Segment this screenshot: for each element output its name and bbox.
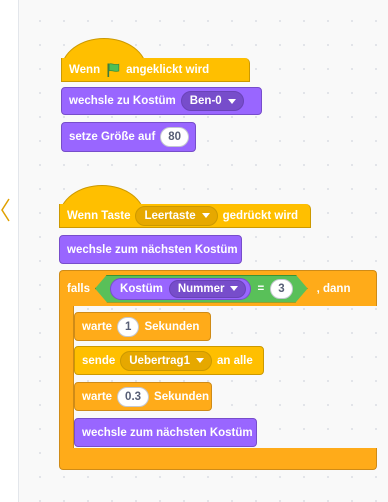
broadcast-message-value: Uebertrag1 [129, 354, 190, 367]
if-then-block[interactable]: falls Kostüm Nummer = 3 , dann [59, 270, 377, 306]
hat-prefix: Wenn [69, 63, 101, 76]
key-dropdown[interactable]: Leertaste [135, 205, 218, 226]
if-block-bottom [59, 448, 377, 470]
key-hat-suffix: gedrückt wird [222, 209, 299, 222]
costume-dropdown[interactable]: Ben-0 [180, 91, 244, 111]
costume-number-reporter[interactable]: Kostüm Nummer [110, 278, 251, 300]
chevron-down-icon [201, 213, 210, 218]
next-costume-block[interactable]: wechsle zum nächsten Kostüm [74, 418, 257, 447]
broadcast-suffix: an alle [216, 354, 253, 367]
chevron-down-icon [195, 358, 204, 363]
wait-prefix: warte [82, 390, 113, 403]
wait-block[interactable]: warte 1 Sekunden [74, 312, 211, 341]
wait-seconds-input[interactable]: 1 [117, 316, 140, 337]
when-key-pressed-block[interactable]: Wenn Taste Leertaste gedrückt wird [59, 204, 311, 228]
compare-value-input[interactable]: 3 [270, 279, 292, 299]
when-flag-clicked-block[interactable]: Wenn angeklickt wird [61, 58, 250, 82]
wait-suffix: Sekunden [144, 320, 200, 333]
chevron-down-icon [227, 98, 236, 104]
set-size-block[interactable]: setze Größe auf 80 [61, 122, 196, 152]
wait-suffix: Sekunden [154, 390, 210, 403]
costume-attribute-value: Nummer [177, 282, 225, 295]
costume-dropdown-value: Ben-0 [189, 95, 222, 107]
next-costume-label: wechsle zum nächsten Kostüm [67, 243, 238, 256]
green-flag-icon [107, 62, 120, 77]
wait-block[interactable]: warte 0.3 Sekunden [74, 382, 212, 411]
switch-costume-label: wechsle zu Kostüm [69, 95, 176, 107]
next-costume-label: wechsle zum nächsten Kostüm [82, 426, 253, 439]
broadcast-block[interactable]: sende Uebertrag1 an alle [74, 346, 264, 375]
switch-costume-block[interactable]: wechsle zu Kostüm Ben-0 [61, 87, 262, 115]
wait-seconds-input[interactable]: 0.3 [117, 386, 150, 407]
key-hat-prefix: Wenn Taste [67, 209, 131, 222]
if-block-arm [59, 306, 74, 448]
next-costume-block[interactable]: wechsle zum nächsten Kostüm [59, 235, 242, 264]
if-suffix: , dann [316, 282, 351, 295]
hat-suffix: angeklickt wird [126, 63, 210, 76]
key-dropdown-value: Leertaste [144, 209, 196, 222]
stage-panel-edge [0, 0, 18, 502]
costume-attribute-dropdown[interactable]: Nummer [169, 280, 247, 298]
set-size-label: setze Größe auf [69, 131, 156, 143]
broadcast-message-dropdown[interactable]: Uebertrag1 [120, 350, 212, 371]
wait-prefix: warte [82, 320, 113, 333]
size-input[interactable]: 80 [160, 127, 190, 147]
if-prefix: falls [67, 282, 91, 295]
costume-reporter-label: Kostüm [120, 282, 163, 295]
equals-sign: = [257, 282, 265, 295]
chevron-down-icon [230, 286, 238, 291]
broadcast-prefix: sende [82, 354, 116, 367]
sprite-outline-fragment [1, 198, 10, 222]
equals-operator[interactable]: Kostüm Nummer = 3 [95, 275, 308, 303]
code-workspace[interactable]: Wenn angeklickt wird wechsle zu Kostüm B… [18, 0, 388, 502]
